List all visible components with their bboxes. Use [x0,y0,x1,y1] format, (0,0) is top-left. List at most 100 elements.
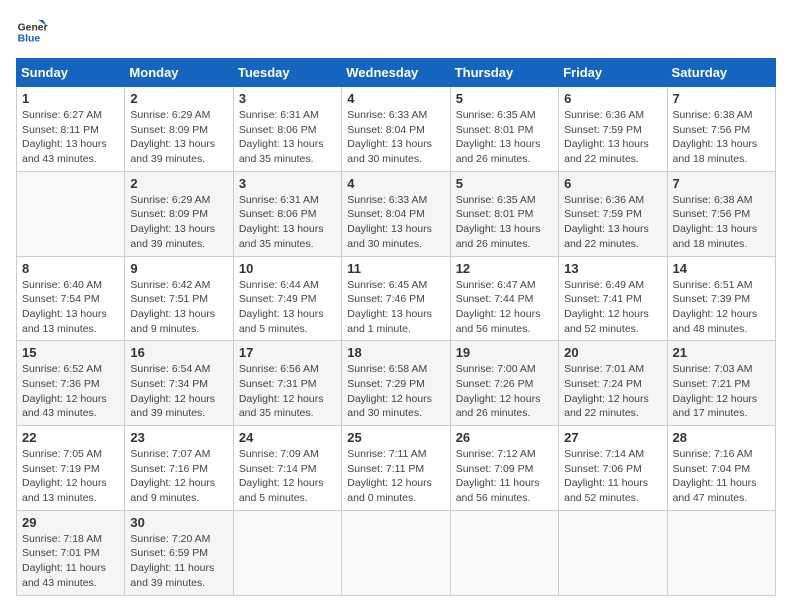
day-number: 23 [130,430,227,445]
table-row: 14Sunrise: 6:51 AMSunset: 7:39 PMDayligh… [667,256,775,341]
calendar-week-row: 15 Sunrise: 6:52 AMSunset: 7:36 PMDayligh… [17,341,776,426]
table-row: 27 Sunrise: 7:14 AMSunset: 7:06 PMDayligh… [559,426,667,511]
day-number: 6 [564,176,661,191]
calendar-week-row: 2 Sunrise: 6:29 AMSunset: 8:09 PMDaylight… [17,171,776,256]
table-row [342,510,450,595]
day-number: 4 [347,91,444,106]
day-number: 11 [347,261,444,276]
col-thursday: Thursday [450,59,558,87]
day-info: Sunrise: 7:03 AMSunset: 7:21 PMDaylight:… [673,362,770,421]
day-info: Sunrise: 6:29 AMSunset: 8:09 PMDaylight:… [130,108,227,167]
table-row: 5 Sunrise: 6:35 AMSunset: 8:01 PMDaylight… [450,87,558,172]
day-info: Sunrise: 7:12 AMSunset: 7:09 PMDaylight:… [456,447,553,506]
day-info: Sunrise: 6:54 AMSunset: 7:34 PMDaylight:… [130,362,227,421]
day-info: Sunrise: 6:36 AMSunset: 7:59 PMDaylight:… [564,108,661,167]
day-number: 12 [456,261,553,276]
table-row: 18 Sunrise: 6:58 AMSunset: 7:29 PMDayligh… [342,341,450,426]
day-number: 8 [22,261,119,276]
day-info: Sunrise: 7:01 AMSunset: 7:24 PMDaylight:… [564,362,661,421]
table-row: 4Sunrise: 6:33 AMSunset: 8:04 PMDaylight… [342,87,450,172]
day-number: 2 [130,176,227,191]
day-info: Sunrise: 6:56 AMSunset: 7:31 PMDaylight:… [239,362,336,421]
day-info: Sunrise: 6:51 AMSunset: 7:39 PMDaylight:… [673,278,770,337]
day-info: Sunrise: 7:00 AMSunset: 7:26 PMDaylight:… [456,362,553,421]
table-row: 3Sunrise: 6:31 AMSunset: 8:06 PMDaylight… [233,171,341,256]
day-number: 27 [564,430,661,445]
svg-text:Blue: Blue [18,34,41,45]
table-row: 4 Sunrise: 6:33 AMSunset: 8:04 PMDaylight… [342,171,450,256]
day-info: Sunrise: 7:16 AMSunset: 7:04 PMDaylight:… [673,447,770,506]
day-info: Sunrise: 6:29 AMSunset: 8:09 PMDaylight:… [130,193,227,252]
day-info: Sunrise: 6:35 AMSunset: 8:01 PMDaylight:… [456,193,553,252]
day-number: 24 [239,430,336,445]
day-number: 1 [22,91,119,106]
calendar-table: Sunday Monday Tuesday Wednesday Thursday… [16,58,776,596]
table-row [233,510,341,595]
day-number: 7 [673,176,770,191]
day-number: 4 [347,176,444,191]
table-row: 26Sunrise: 7:12 AMSunset: 7:09 PMDayligh… [450,426,558,511]
table-row: 2 Sunrise: 6:29 AMSunset: 8:09 PMDaylight… [125,87,233,172]
day-info: Sunrise: 6:42 AMSunset: 7:51 PMDaylight:… [130,278,227,337]
col-tuesday: Tuesday [233,59,341,87]
table-row: 20Sunrise: 7:01 AMSunset: 7:24 PMDayligh… [559,341,667,426]
day-info: Sunrise: 7:07 AMSunset: 7:16 PMDaylight:… [130,447,227,506]
day-number: 3 [239,176,336,191]
table-row: 9 Sunrise: 6:42 AMSunset: 7:51 PMDaylight… [125,256,233,341]
day-info: Sunrise: 6:38 AMSunset: 7:56 PMDaylight:… [673,193,770,252]
table-row: 28Sunrise: 7:16 AMSunset: 7:04 PMDayligh… [667,426,775,511]
col-wednesday: Wednesday [342,59,450,87]
day-info: Sunrise: 6:27 AMSunset: 8:11 PMDaylight:… [22,108,119,167]
day-number: 18 [347,345,444,360]
calendar-week-row: 22Sunrise: 7:05 AMSunset: 7:19 PMDayligh… [17,426,776,511]
table-row: 25Sunrise: 7:11 AMSunset: 7:11 PMDayligh… [342,426,450,511]
table-row: 6 Sunrise: 6:36 AMSunset: 7:59 PMDaylight… [559,171,667,256]
day-info: Sunrise: 6:33 AMSunset: 8:04 PMDaylight:… [347,193,444,252]
day-info: Sunrise: 6:36 AMSunset: 7:59 PMDaylight:… [564,193,661,252]
table-row: 29Sunrise: 7:18 AMSunset: 7:01 PMDayligh… [17,510,125,595]
day-info: Sunrise: 6:40 AMSunset: 7:54 PMDaylight:… [22,278,119,337]
day-number: 9 [130,261,227,276]
day-number: 15 [22,345,119,360]
day-info: Sunrise: 7:14 AMSunset: 7:06 PMDaylight:… [564,447,661,506]
day-number: 6 [564,91,661,106]
svg-text:General: General [18,22,48,33]
day-info: Sunrise: 7:20 AMSunset: 6:59 PMDaylight:… [130,532,227,591]
col-friday: Friday [559,59,667,87]
table-row: 1 Sunrise: 6:27 AMSunset: 8:11 PMDaylight… [17,87,125,172]
table-row [559,510,667,595]
table-row: 7Sunrise: 6:38 AMSunset: 7:56 PMDaylight… [667,87,775,172]
table-row: 22Sunrise: 7:05 AMSunset: 7:19 PMDayligh… [17,426,125,511]
day-number: 3 [239,91,336,106]
table-row: 21 Sunrise: 7:03 AMSunset: 7:21 PMDayligh… [667,341,775,426]
day-info: Sunrise: 6:58 AMSunset: 7:29 PMDaylight:… [347,362,444,421]
day-info: Sunrise: 6:35 AMSunset: 8:01 PMDaylight:… [456,108,553,167]
day-info: Sunrise: 6:52 AMSunset: 7:36 PMDaylight:… [22,362,119,421]
calendar-header-row: Sunday Monday Tuesday Wednesday Thursday… [17,59,776,87]
calendar-week-row: 1 Sunrise: 6:27 AMSunset: 8:11 PMDaylight… [17,87,776,172]
day-number: 13 [564,261,661,276]
col-saturday: Saturday [667,59,775,87]
day-info: Sunrise: 6:49 AMSunset: 7:41 PMDaylight:… [564,278,661,337]
day-number: 5 [456,176,553,191]
day-info: Sunrise: 6:47 AMSunset: 7:44 PMDaylight:… [456,278,553,337]
day-number: 22 [22,430,119,445]
table-row: 13 Sunrise: 6:49 AMSunset: 7:41 PMDayligh… [559,256,667,341]
calendar-week-row: 29Sunrise: 7:18 AMSunset: 7:01 PMDayligh… [17,510,776,595]
table-row: 10 Sunrise: 6:44 AMSunset: 7:49 PMDayligh… [233,256,341,341]
day-number: 2 [130,91,227,106]
day-number: 5 [456,91,553,106]
table-row: 19Sunrise: 7:00 AMSunset: 7:26 PMDayligh… [450,341,558,426]
day-info: Sunrise: 6:38 AMSunset: 7:56 PMDaylight:… [673,108,770,167]
col-sunday: Sunday [17,59,125,87]
col-monday: Monday [125,59,233,87]
table-row [17,171,125,256]
day-number: 21 [673,345,770,360]
day-number: 30 [130,515,227,530]
table-row: 6 Sunrise: 6:36 AMSunset: 7:59 PMDaylight… [559,87,667,172]
logo-icon: General Blue [16,16,48,48]
day-info: Sunrise: 6:44 AMSunset: 7:49 PMDaylight:… [239,278,336,337]
table-row: 11Sunrise: 6:45 AMSunset: 7:46 PMDayligh… [342,256,450,341]
day-number: 10 [239,261,336,276]
day-number: 29 [22,515,119,530]
